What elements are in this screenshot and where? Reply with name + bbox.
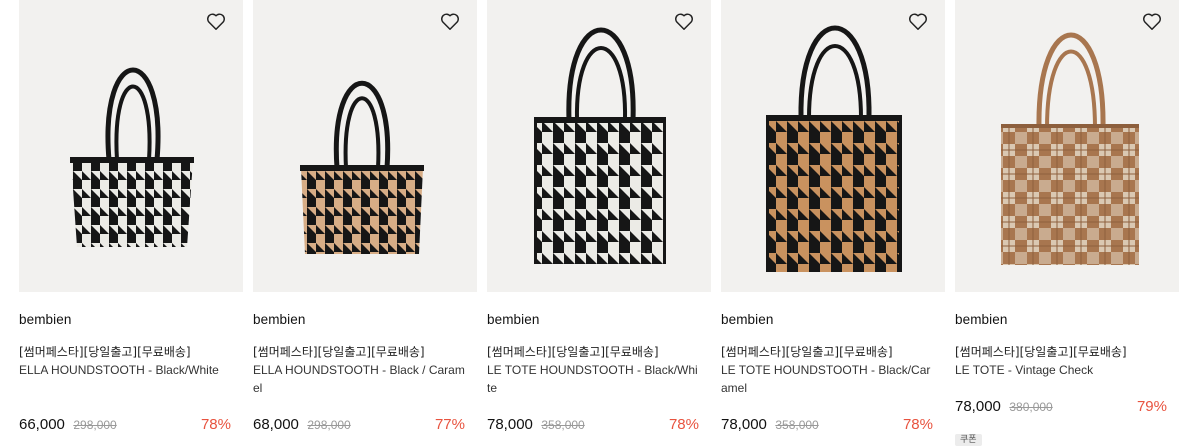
promo-tags: [썸머페스타][당일출고][무료배송]: [721, 345, 893, 359]
original-price: 358,000: [541, 418, 585, 432]
promo-tags: [썸머페스타][당일출고][무료배송]: [253, 345, 425, 359]
brand-name[interactable]: bembien: [721, 312, 774, 327]
product-name[interactable]: ELLA HOUNDSTOOTH - Black / Caramel: [253, 361, 465, 397]
product-name[interactable]: LE TOTE HOUNDSTOOTH - Black/Caramel: [721, 361, 933, 397]
brand-name[interactable]: bembien: [955, 312, 1008, 327]
coupon-badge: 쿠폰: [955, 434, 982, 446]
price-row: 78,000 358,000 78%: [721, 416, 933, 436]
original-price: 380,000: [1009, 400, 1053, 414]
original-price: 298,000: [307, 418, 351, 432]
sale-price: 66,000: [19, 416, 65, 433]
bag-illustration: [766, 25, 902, 272]
heart-outline-icon[interactable]: [907, 10, 929, 32]
sale-price: 68,000: [253, 416, 299, 433]
bag-illustration: [70, 67, 194, 247]
discount-rate: 79%: [1136, 398, 1167, 415]
discount-rate: 78%: [902, 416, 933, 433]
price-row: 78,000 380,000 79%: [955, 398, 1167, 418]
price-row: 68,000 298,000 77%: [253, 416, 465, 436]
heart-outline-icon[interactable]: [1141, 10, 1163, 32]
product-image[interactable]: [955, 0, 1179, 292]
product-card[interactable]: bembien [썸머페스타][당일출고][무료배송] LE TOTE HOUN…: [721, 0, 945, 444]
product-grid: bembien [썸머페스타][당일출고][무료배송] ELLA HOUNDST…: [19, 0, 1179, 446]
promo-tags: [썸머페스타][당일출고][무료배송]: [955, 345, 1127, 359]
brand-name[interactable]: bembien: [487, 312, 540, 327]
brand-name[interactable]: bembien: [253, 312, 306, 327]
bag-illustration: [1001, 32, 1139, 265]
product-image[interactable]: [253, 0, 477, 292]
brand-name[interactable]: bembien: [19, 312, 72, 327]
product-card[interactable]: bembien [썸머페스타][당일출고][무료배송] LE TOTE - Vi…: [955, 0, 1179, 446]
product-image[interactable]: [721, 0, 945, 292]
sale-price: 78,000: [721, 416, 767, 433]
promo-tags: [썸머페스타][당일출고][무료배송]: [487, 345, 659, 359]
promo-tags: [썸머페스타][당일출고][무료배송]: [19, 345, 191, 359]
original-price: 358,000: [775, 418, 819, 432]
product-image[interactable]: [487, 0, 711, 292]
product-card[interactable]: bembien [썸머페스타][당일출고][무료배송] ELLA HOUNDST…: [19, 0, 243, 444]
discount-rate: 77%: [434, 416, 465, 433]
heart-outline-icon[interactable]: [205, 10, 227, 32]
bag-illustration: [300, 80, 424, 254]
product-image[interactable]: [19, 0, 243, 292]
product-name[interactable]: LE TOTE HOUNDSTOOTH - Black/White: [487, 361, 699, 397]
product-card[interactable]: bembien [썸머페스타][당일출고][무료배송] ELLA HOUNDST…: [253, 0, 477, 444]
heart-outline-icon[interactable]: [439, 10, 461, 32]
sale-price: 78,000: [955, 398, 1001, 415]
price-row: 78,000 358,000 78%: [487, 416, 699, 436]
bag-illustration: [534, 27, 666, 264]
price-row: 66,000 298,000 78%: [19, 416, 231, 436]
discount-rate: 78%: [200, 416, 231, 433]
product-name[interactable]: ELLA HOUNDSTOOTH - Black/White: [19, 361, 231, 379]
product-card[interactable]: bembien [썸머페스타][당일출고][무료배송] LE TOTE HOUN…: [487, 0, 711, 444]
product-name[interactable]: LE TOTE - Vintage Check: [955, 361, 1167, 379]
original-price: 298,000: [73, 418, 117, 432]
sale-price: 78,000: [487, 416, 533, 433]
heart-outline-icon[interactable]: [673, 10, 695, 32]
discount-rate: 78%: [668, 416, 699, 433]
